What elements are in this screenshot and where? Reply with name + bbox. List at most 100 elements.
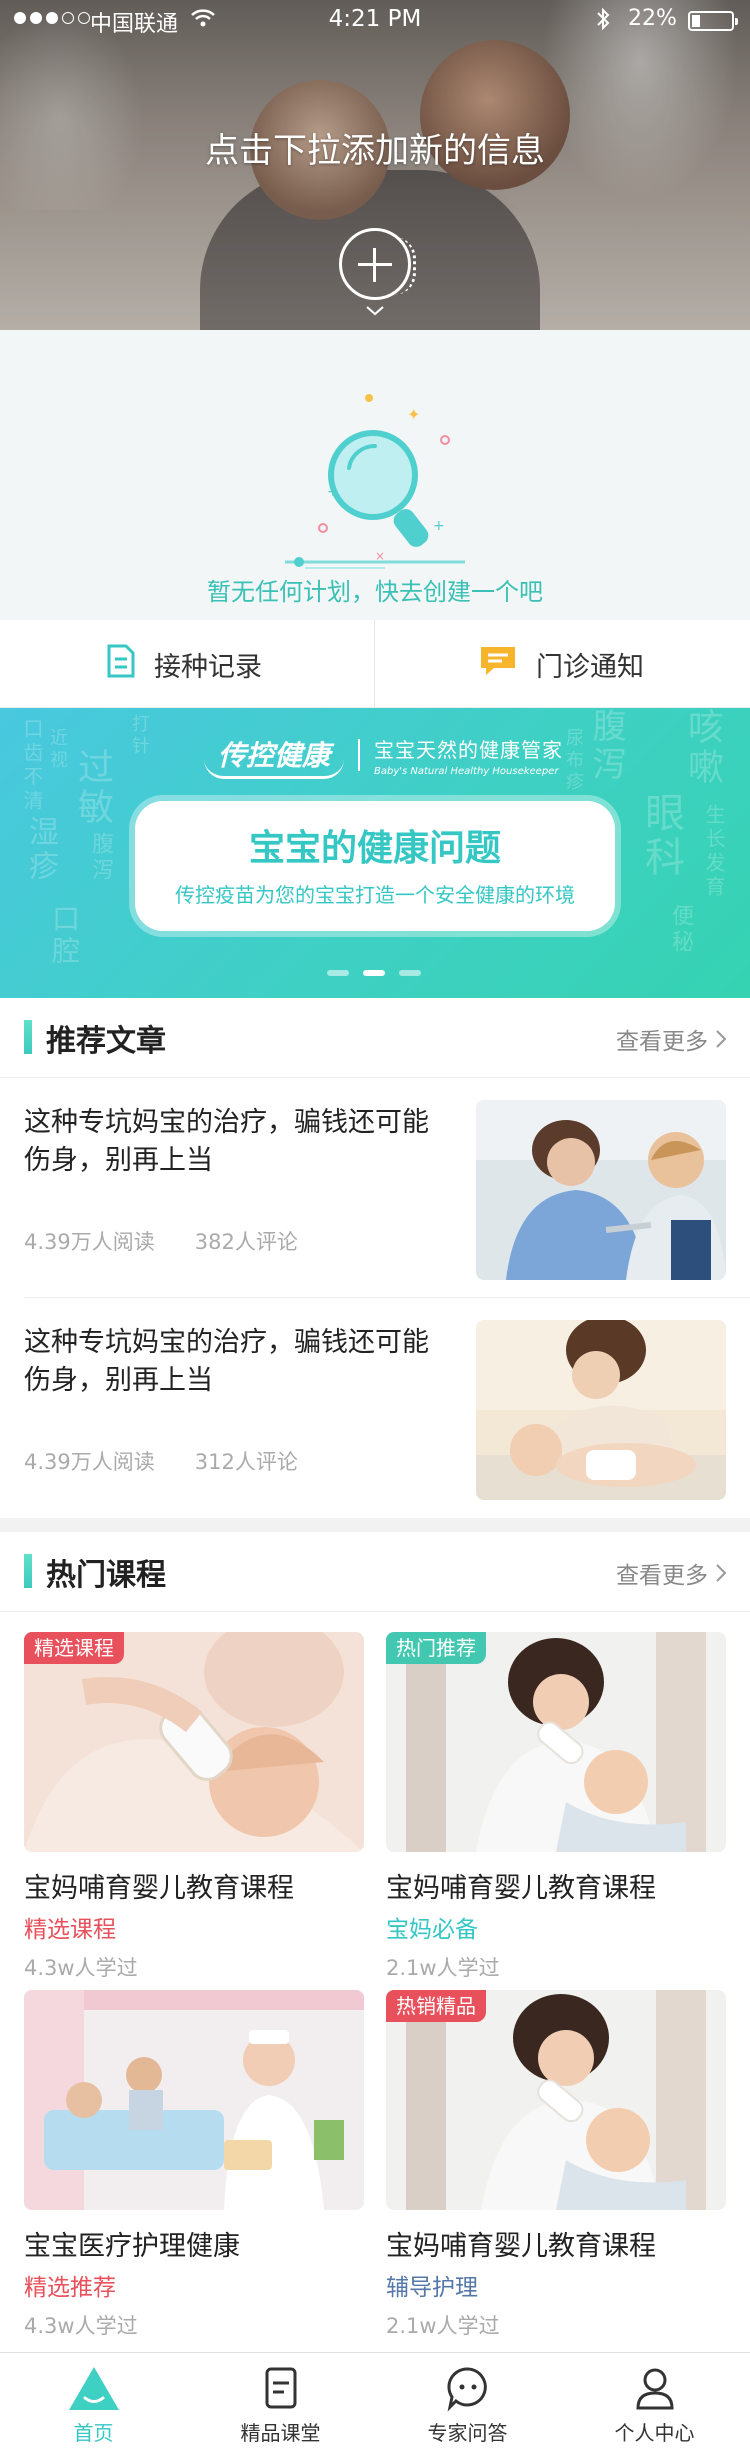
- hero-header[interactable]: 中国联通 4:21 PM 22% 点击下拉添加新的信息: [0, 0, 750, 330]
- course-title: 宝妈哺育婴儿教育课程: [386, 2231, 656, 2262]
- banner-bg-word: 湿疹: [23, 816, 58, 884]
- banner-dot[interactable]: [363, 970, 385, 976]
- more-label: 查看更多: [616, 1563, 708, 1589]
- course-learners: 4.3w人学过: [24, 1956, 138, 1980]
- banner-dot[interactable]: [399, 970, 421, 976]
- article-title: 这种专坑妈宝的治疗，骗钱还可能伤身，别再上当: [24, 1107, 429, 1176]
- page-curve-divider: [0, 318, 750, 330]
- articles-section-title: 推荐文章: [46, 1024, 166, 1059]
- svg-text:+: +: [327, 484, 339, 500]
- document-icon: [106, 643, 136, 686]
- add-info-button[interactable]: [339, 228, 416, 300]
- course-image: [24, 1632, 364, 1852]
- banner-bg-word: 口齿不清: [20, 718, 44, 814]
- tab-home-label: 首页: [73, 2421, 114, 2445]
- empty-plan-message: 暂无任何计划，快去创建一个吧: [207, 578, 543, 606]
- svg-text:×: ×: [375, 549, 385, 563]
- section-gap: [0, 1518, 750, 1532]
- article-title: 这种专坑妈宝的治疗，骗钱还可能伤身，别再上当: [24, 1327, 429, 1396]
- course-image: [24, 1990, 364, 2210]
- svg-text:+: +: [433, 518, 445, 534]
- section-accent-bar: [24, 1554, 32, 1588]
- course-title: 宝妈哺育婴儿教育课程: [24, 1873, 294, 1904]
- notes-icon: [265, 2367, 297, 2409]
- banner-bg-word: 近视: [47, 728, 68, 772]
- banner-card: 宝宝的健康问题 传控疫苗为您的宝宝打造一个安全健康的环境: [135, 801, 615, 931]
- promo-banner[interactable]: 口齿不清 过敏 湿疹 口腔 腹泻 咳嗽 眼科 生长发育 便秘 尿布疹 打针 近视…: [0, 708, 750, 998]
- battery-icon: [688, 11, 738, 31]
- vaccination-record-button[interactable]: 接种记录: [106, 620, 262, 708]
- banner-bg-word: 生长发育: [702, 804, 726, 900]
- svg-text:✦: ✦: [407, 405, 420, 424]
- battery-percent: 22%: [628, 6, 677, 31]
- brand-logo: 传控健康: [204, 732, 345, 779]
- article-thumbnail: [476, 1100, 726, 1280]
- vaccination-record-label: 接种记录: [154, 651, 262, 683]
- tab-expert-qa-label: 专家问答: [427, 2421, 508, 2445]
- chat-bubble-icon: [478, 643, 518, 686]
- banner-subtitle: 传控疫苗为您的宝宝打造一个安全健康的环境: [175, 883, 575, 907]
- banner-bg-word: 尿布疹: [563, 728, 584, 794]
- chat-icon: [447, 2367, 487, 2412]
- banner-dot[interactable]: [327, 970, 349, 976]
- quick-actions: 接种记录 门诊通知: [0, 620, 750, 708]
- banner-bg-word: 腹泻: [88, 832, 113, 884]
- chevron-right-icon: [716, 1030, 727, 1048]
- article-item[interactable]: 这种专坑妈宝的治疗，骗钱还可能伤身，别再上当 4.39万人阅读 382人评论: [0, 1078, 750, 1298]
- article-reads: 4.39万人阅读: [24, 1450, 155, 1474]
- tab-courses-label: 精品课堂: [240, 2421, 321, 2445]
- banner-bg-word: 过敏: [72, 748, 113, 828]
- course-learners: 2.1w人学过: [386, 1956, 500, 1980]
- banner-brand: 传控健康 宝宝天然的健康管家 Baby's Natural Healthy Ho…: [204, 732, 564, 779]
- hero-title: 点击下拉添加新的信息: [205, 131, 545, 171]
- bluetooth-icon: [595, 6, 611, 38]
- course-image: [386, 1990, 726, 2210]
- course-tag: 精选推荐: [24, 2275, 116, 2301]
- course-learners: 4.3w人学过: [24, 2314, 138, 2338]
- tab-profile-label: 个人中心: [614, 2421, 695, 2445]
- home-icon: [69, 2367, 119, 2410]
- banner-bg-word: 打针: [129, 714, 150, 758]
- article-item[interactable]: 这种专坑妈宝的治疗，骗钱还可能伤身，别再上当 4.39万人阅读 312人评论: [0, 1298, 750, 1518]
- course-title: 宝宝医疗护理健康: [24, 2231, 240, 2262]
- section-accent-bar: [24, 1020, 32, 1054]
- articles-more-link[interactable]: 查看更多: [616, 1022, 728, 1056]
- course-badge: 热销精品: [386, 1990, 486, 2022]
- course-card[interactable]: 宝宝医疗护理健康 精选推荐 4.3w人学过: [24, 1990, 364, 2346]
- more-label: 查看更多: [616, 1029, 708, 1055]
- tab-profile[interactable]: 个人中心: [561, 2353, 748, 2450]
- banner-bg-word: 便秘: [668, 904, 693, 956]
- brand-slogan-cn: 宝宝天然的健康管家: [374, 737, 564, 762]
- course-badge: 精选课程: [24, 1632, 124, 1664]
- banner-bg-word: 眼科: [638, 792, 684, 880]
- tab-home[interactable]: 首页: [0, 2353, 187, 2450]
- courses-more-link[interactable]: 查看更多: [616, 1556, 728, 1590]
- course-tag: 精选课程: [24, 1917, 116, 1943]
- user-icon: [636, 2368, 674, 2410]
- course-tag: 辅导护理: [386, 2275, 478, 2301]
- course-card[interactable]: 热销精品 宝妈哺育婴儿教育课程 辅导护理 2.1w人学过: [386, 1990, 726, 2346]
- banner-title: 宝宝的健康问题: [248, 828, 501, 869]
- bottom-tab-bar: 首页 精品课堂 专家问答 个人中心: [0, 2352, 750, 2450]
- banner-bg-word: 口腔: [48, 904, 81, 968]
- article-reads: 4.39万人阅读: [24, 1230, 155, 1254]
- course-card[interactable]: 精选课程 宝妈哺育婴儿教育课程 精选课程 4.3w人学过: [24, 1632, 364, 1988]
- article-thumbnail: [476, 1320, 726, 1500]
- clinic-notice-button[interactable]: 门诊通知: [478, 620, 644, 708]
- courses-section-title: 热门课程: [46, 1558, 166, 1593]
- empty-plan-panel: ✦ + + × 暂无任何计划，快去创建一个吧: [0, 330, 750, 620]
- status-bar: 中国联通 4:21 PM 22%: [0, 0, 750, 40]
- tab-expert-qa[interactable]: 专家问答: [374, 2353, 561, 2450]
- banner-bg-word: 咳嗽: [682, 708, 723, 788]
- brand-slogan-en: Baby's Natural Healthy Housekeeper: [374, 765, 559, 777]
- banner-bg-word: 腹泻: [586, 708, 626, 784]
- course-image: [386, 1632, 726, 1852]
- course-card[interactable]: 热门推荐 宝妈哺育婴儿教育课程 宝妈必备 2.1w人学过: [386, 1632, 726, 1988]
- banner-pagination[interactable]: [327, 970, 421, 976]
- articles-section-header: 推荐文章 查看更多: [0, 998, 750, 1078]
- tab-courses[interactable]: 精品课堂: [187, 2353, 374, 2450]
- empty-search-illustration: ✦ + + ×: [285, 394, 465, 569]
- clinic-notice-label: 门诊通知: [536, 651, 644, 683]
- chevron-right-icon: [716, 1564, 727, 1582]
- course-learners: 2.1w人学过: [386, 2314, 500, 2338]
